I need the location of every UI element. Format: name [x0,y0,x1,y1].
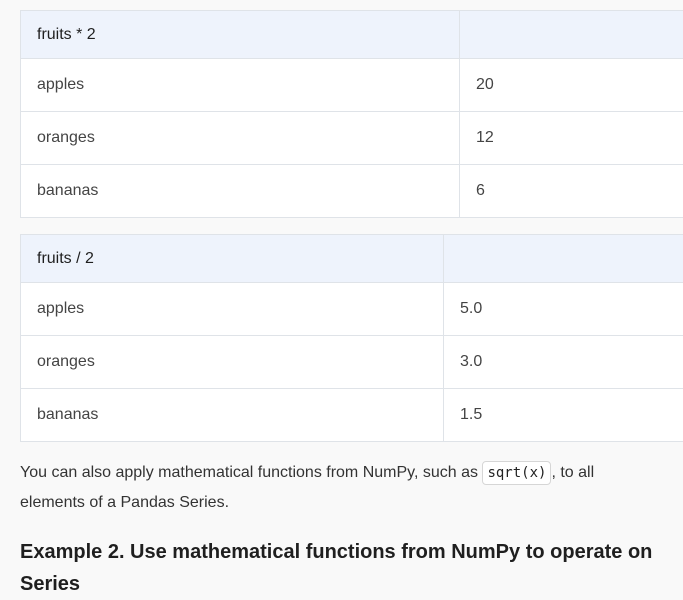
table-cell-fruit: bananas [20,388,444,442]
table-header-row: fruits * 2 [20,10,683,59]
table-cell-fruit: apples [20,58,460,112]
table-cell-value: 12 [459,111,683,165]
table-row: bananas 6 [20,164,683,218]
table-cell-value: 5.0 [443,282,683,336]
fruits-times-two-table: fruits * 2 apples 20 oranges 12 bananas … [20,10,683,218]
table-row: bananas 1.5 [20,388,683,442]
table-row: oranges 12 [20,111,683,165]
table-cell-fruit: apples [20,282,444,336]
table-cell-fruit: oranges [20,111,460,165]
inline-code: sqrt(x) [482,461,552,485]
table-cell-value: 6 [459,164,683,218]
table-cell-fruit: oranges [20,335,444,389]
fruits-divided-by-two-table: fruits / 2 apples 5.0 oranges 3.0 banana… [20,234,683,442]
page: fruits * 2 apples 20 oranges 12 bananas … [0,0,683,600]
table-header-row: fruits / 2 [20,234,683,283]
table-row: oranges 3.0 [20,335,683,389]
table-header-cell [443,234,683,283]
table-header-cell: fruits * 2 [20,10,460,59]
table-cell-value: 20 [459,58,683,112]
table-cell-fruit: bananas [20,164,460,218]
table-row: apples 20 [20,58,683,112]
table-header-cell [459,10,683,59]
section-heading: Example 2. Use mathematical functions fr… [20,541,653,595]
body-paragraph: You can also apply mathematical function… [20,458,660,517]
table-cell-value: 3.0 [443,335,683,389]
table-header-cell: fruits / 2 [20,234,444,283]
table-row: apples 5.0 [20,282,683,336]
table-cell-value: 1.5 [443,388,683,442]
paragraph-text: You can also apply mathematical function… [20,464,483,481]
